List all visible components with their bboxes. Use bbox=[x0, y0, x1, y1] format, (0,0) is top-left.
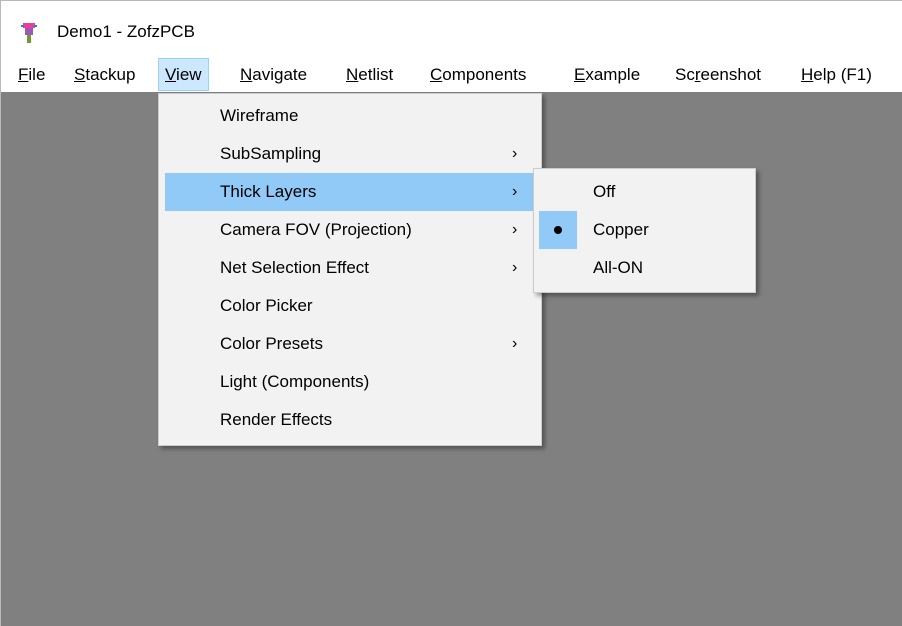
submenu-item-label: Off bbox=[593, 182, 616, 201]
menu-stackup-label: tackup bbox=[85, 65, 136, 84]
thick-layers-submenu: Off Copper All-ON bbox=[533, 168, 756, 293]
view-menu-item-color-presets[interactable]: Color Presets › bbox=[165, 325, 535, 363]
menu-screenshot-prefix: Sc bbox=[675, 65, 695, 84]
menu-item-label: Render Effects bbox=[220, 410, 333, 429]
view-menu-item-camera-fov[interactable]: Camera FOV (Projection) › bbox=[165, 211, 535, 249]
menu-navigate-mnemonic: N bbox=[240, 65, 253, 84]
menu-help-label: elp (F1) bbox=[813, 65, 872, 84]
submenu-arrow-icon: › bbox=[512, 183, 518, 200]
menu-example-label: xample bbox=[585, 65, 641, 84]
menu-example-mnemonic: E bbox=[574, 65, 586, 84]
view-menu-item-subsampling[interactable]: SubSampling › bbox=[165, 135, 535, 173]
menu-components-label: omponents bbox=[442, 65, 527, 84]
menu-file[interactable]: File bbox=[12, 58, 51, 91]
menu-item-label: Color Picker bbox=[220, 296, 313, 315]
view-menu-item-color-picker[interactable]: Color Picker bbox=[165, 287, 535, 325]
menu-view-label: iew bbox=[176, 65, 202, 84]
view-menu-item-net-selection-effect[interactable]: Net Selection Effect › bbox=[165, 249, 535, 287]
menu-netlist-mnemonic: N bbox=[346, 65, 359, 84]
menu-stackup-mnemonic: S bbox=[74, 65, 86, 84]
menu-file-label: ile bbox=[28, 65, 46, 84]
menu-navigate-label: avigate bbox=[252, 65, 308, 84]
submenu-arrow-icon: › bbox=[512, 221, 518, 238]
radio-check-background bbox=[539, 211, 577, 249]
window-title: Demo1 - ZofzPCB bbox=[57, 22, 195, 41]
menu-components[interactable]: Components bbox=[424, 58, 532, 91]
submenu-arrow-icon: › bbox=[512, 145, 518, 162]
menu-help-mnemonic: H bbox=[801, 65, 814, 84]
submenu-arrow-icon: › bbox=[512, 335, 518, 352]
thick-layers-option-copper[interactable]: Copper bbox=[539, 211, 751, 249]
menu-help[interactable]: Help (F1) bbox=[795, 58, 878, 91]
submenu-arrow-icon: › bbox=[512, 259, 518, 276]
view-menu-item-light-components[interactable]: Light (Components) bbox=[165, 363, 535, 401]
menu-navigate[interactable]: Navigate bbox=[234, 58, 313, 91]
menu-item-label: Color Presets bbox=[220, 334, 323, 353]
thick-layers-option-off[interactable]: Off bbox=[539, 173, 751, 211]
view-menu-item-thick-layers[interactable]: Thick Layers › bbox=[165, 173, 535, 211]
menu-item-label: Camera FOV (Projection) bbox=[220, 220, 412, 239]
menu-stackup[interactable]: Stackup bbox=[68, 58, 141, 91]
view-menu-item-render-effects[interactable]: Render Effects bbox=[165, 401, 535, 439]
title-bar: Demo1 - ZofzPCB bbox=[1, 1, 902, 55]
submenu-item-label: Copper bbox=[593, 220, 649, 239]
submenu-item-label: All-ON bbox=[593, 258, 644, 277]
menu-netlist[interactable]: Netlist bbox=[340, 58, 399, 91]
menu-view[interactable]: View bbox=[158, 58, 209, 91]
view-dropdown-menu: Wireframe SubSampling › Thick Layers › C… bbox=[158, 93, 542, 446]
menu-view-mnemonic: V bbox=[165, 65, 177, 84]
zofzpcb-app-icon bbox=[21, 23, 37, 43]
menu-file-mnemonic: F bbox=[18, 65, 29, 84]
menu-netlist-label: etlist bbox=[358, 65, 394, 84]
thick-layers-option-all-on[interactable]: All-ON bbox=[539, 249, 751, 287]
menu-screenshot[interactable]: Screenshot bbox=[669, 58, 767, 91]
menu-item-label: Net Selection Effect bbox=[220, 258, 369, 277]
menu-item-label: Wireframe bbox=[220, 106, 299, 125]
view-menu-item-wireframe[interactable]: Wireframe bbox=[165, 97, 535, 135]
menu-screenshot-label: eenshot bbox=[700, 65, 762, 84]
menu-bar: File Stackup View Navigate Netlist Compo… bbox=[1, 58, 902, 91]
menu-item-label: SubSampling bbox=[220, 144, 322, 163]
menu-item-label: Thick Layers bbox=[220, 182, 317, 201]
menu-components-mnemonic: C bbox=[430, 65, 443, 84]
radio-bullet-icon bbox=[554, 226, 562, 234]
menu-item-label: Light (Components) bbox=[220, 372, 370, 391]
menu-example[interactable]: Example bbox=[568, 58, 646, 91]
